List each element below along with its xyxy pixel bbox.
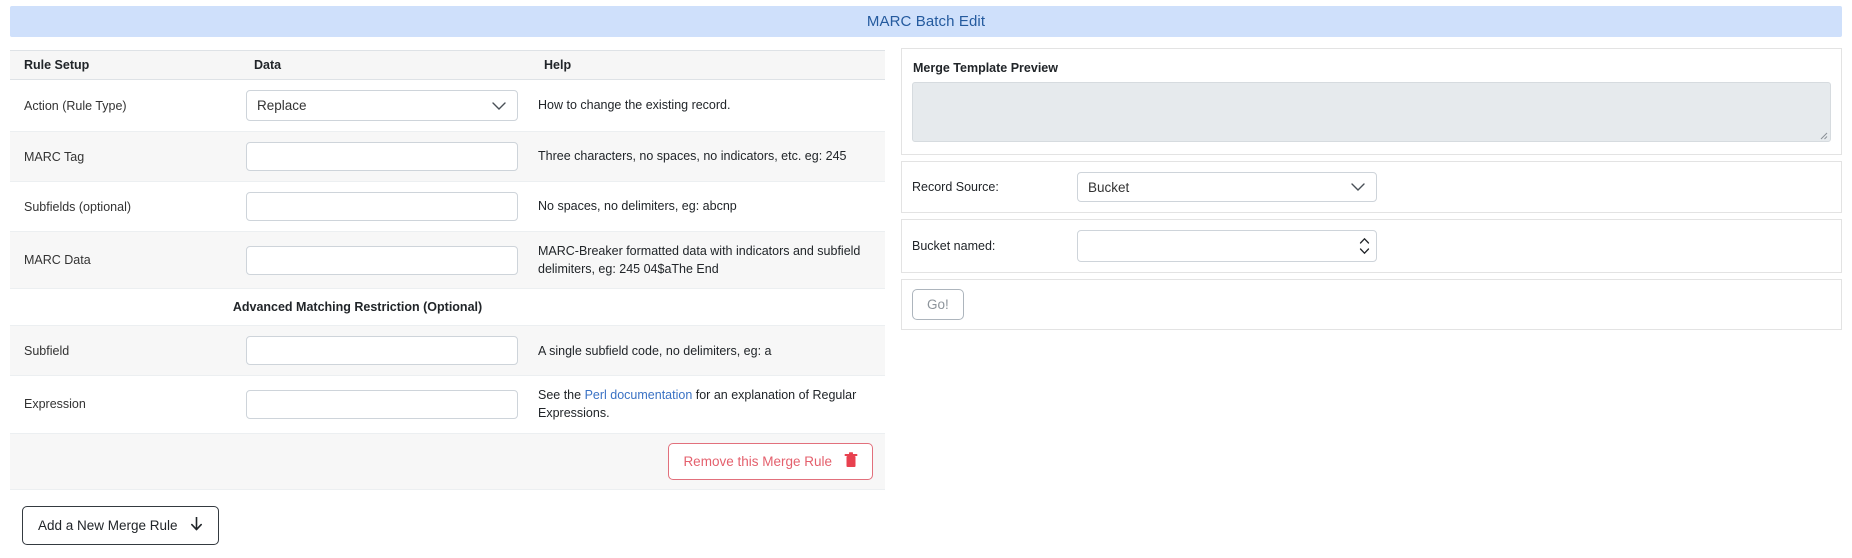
bucket-named-label: Bucket named: [912, 239, 996, 253]
field-cell-subfields [240, 181, 530, 232]
bucket-named-field [1077, 230, 1377, 262]
resize-handle-icon[interactable] [1818, 130, 1828, 140]
remove-merge-rule-button[interactable]: Remove this Merge Rule [668, 442, 873, 480]
table-row: Expression See the Perl documentation fo… [10, 375, 885, 434]
merge-template-preview-textarea[interactable] [912, 82, 1831, 142]
go-button[interactable]: Go! [912, 289, 964, 320]
record-source-value: Bucket [1088, 179, 1130, 195]
field-label-subfields: Subfields (optional) [10, 181, 240, 232]
field-cell-marc-tag [240, 131, 530, 182]
field-cell-action: Replace [240, 79, 530, 132]
go-button-card: Go! [901, 279, 1842, 330]
merge-template-preview-label: Merge Template Preview [913, 61, 1058, 75]
marc-data-input[interactable] [246, 245, 518, 275]
field-help-marc-data: MARC-Breaker formatted data with indicat… [530, 231, 885, 290]
table-row: MARC Data MARC-Breaker formatted data wi… [10, 231, 885, 290]
help-text-before: See the [538, 388, 585, 403]
marc-batch-edit-page: MARC Batch Edit Rule Setup Data Help Act… [0, 0, 1852, 558]
subfields-input[interactable] [246, 192, 518, 221]
page-title-bar: MARC Batch Edit [10, 6, 1842, 37]
table-row: Subfields (optional) No spaces, no delim… [10, 181, 885, 232]
table-row: MARC Tag Three characters, no spaces, no… [10, 131, 885, 182]
field-cell-subfield [240, 325, 530, 377]
field-help-subfield: A single subfield code, no delimiters, e… [530, 325, 885, 377]
record-source-label: Record Source: [912, 180, 999, 194]
merge-template-preview-card: Merge Template Preview [901, 48, 1842, 155]
merge-template-panel: Merge Template Preview Record Source: Bu… [901, 48, 1842, 336]
action-rule-type-select[interactable]: Replace [246, 90, 518, 121]
perl-documentation-link[interactable]: Perl documentation [585, 388, 693, 402]
field-label-marc-data: MARC Data [10, 231, 240, 290]
field-help-marc-tag: Three characters, no spaces, no indicato… [530, 131, 885, 182]
remove-merge-rule-label: Remove this Merge Rule [683, 453, 832, 469]
marc-tag-input[interactable] [246, 142, 518, 171]
field-label-marc-tag: MARC Tag [10, 131, 240, 182]
arrow-down-icon [190, 516, 203, 535]
remove-rule-row: Remove this Merge Rule [10, 433, 885, 490]
record-source-row: Record Source: Bucket [901, 161, 1842, 213]
field-label-subfield: Subfield [10, 325, 240, 377]
advanced-section-title: Advanced Matching Restriction (Optional) [232, 300, 483, 315]
page-title: MARC Batch Edit [866, 13, 986, 30]
table-header-row: Rule Setup Data Help [10, 50, 885, 80]
field-label-expression: Expression [10, 375, 240, 434]
table-row: Action (Rule Type) Replace How to change… [10, 79, 885, 132]
field-cell-marc-data [240, 231, 530, 290]
field-help-subfields: No spaces, no delimiters, eg: abcnp [530, 181, 885, 232]
action-rule-type-value: Replace [257, 98, 307, 113]
merge-rule-table: Rule Setup Data Help Action (Rule Type) … [10, 50, 885, 490]
column-header-help: Help [530, 50, 885, 80]
column-header-data: Data [240, 50, 530, 80]
field-cell-expression [240, 375, 530, 434]
table-row: Subfield A single subfield code, no deli… [10, 325, 885, 377]
field-help-expression: See the Perl documentation for an explan… [530, 375, 885, 434]
record-source-select[interactable]: Bucket [1077, 172, 1377, 202]
add-merge-rule-button[interactable]: Add a New Merge Rule [22, 505, 219, 545]
merge-rule-panel: Rule Setup Data Help Action (Rule Type) … [10, 50, 885, 545]
bucket-named-row: Bucket named: [901, 219, 1842, 273]
expression-input[interactable] [246, 389, 518, 419]
field-help-action: How to change the existing record. [530, 79, 885, 132]
bucket-named-input[interactable] [1077, 230, 1377, 262]
field-label-action: Action (Rule Type) [10, 79, 240, 132]
subfield-input[interactable] [246, 336, 518, 366]
trash-icon [844, 451, 858, 471]
add-merge-rule-label: Add a New Merge Rule [38, 517, 178, 533]
column-header-rule-setup: Rule Setup [10, 50, 240, 80]
advanced-section-header-row: Advanced Matching Restriction (Optional) [10, 288, 885, 327]
